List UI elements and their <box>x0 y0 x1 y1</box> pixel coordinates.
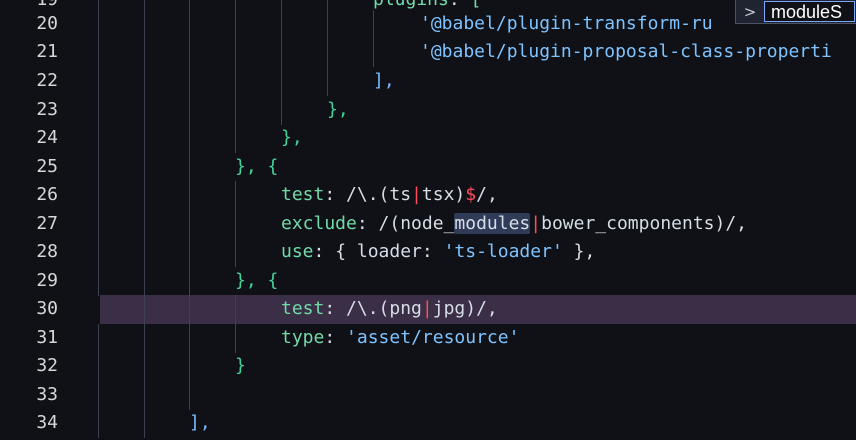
code-line[interactable]: 23 }, <box>0 96 856 125</box>
code-line[interactable]: 28 use: { loader: 'ts-loader' }, <box>0 238 856 267</box>
code-text: ], <box>373 70 395 91</box>
code-line[interactable]: 29 }, { <box>0 267 856 296</box>
code-line[interactable]: 24 }, <box>0 124 856 153</box>
line-number: 26 <box>36 184 58 205</box>
code-text: type: 'asset/resource' <box>281 327 520 348</box>
code-text: }, <box>281 127 303 148</box>
line-number: 29 <box>36 270 58 291</box>
code-text: test: /\.(ts|tsx)$/, <box>281 184 498 205</box>
code-text: '@babel/plugin-transform-ru <box>420 13 713 34</box>
line-number: 20 <box>36 13 58 34</box>
code-line[interactable]: 26 test: /\.(ts|tsx)$/, <box>0 181 856 210</box>
code-editor[interactable]: 19 plugins: [ 20 '@babel/plugin-transfor… <box>0 0 856 440</box>
find-widget[interactable]: > moduleS <box>735 0 856 24</box>
code-text: ], <box>189 412 211 433</box>
code-line-current[interactable]: 30 test: /\.(png|jpg)/, <box>36 295 856 324</box>
find-input[interactable]: moduleS <box>764 1 855 22</box>
line-number: 23 <box>36 99 58 120</box>
line-number: 21 <box>36 41 58 62</box>
code-line[interactable]: 20 '@babel/plugin-transform-ru <box>0 10 856 39</box>
code-line[interactable]: 32 } <box>0 352 856 381</box>
code-text: }, <box>327 99 349 120</box>
chevron-right-icon[interactable]: > <box>736 3 764 21</box>
code-text: } <box>235 355 246 376</box>
code-text: use: { loader: 'ts-loader' }, <box>281 241 596 262</box>
line-number: 32 <box>36 355 58 376</box>
code-text: }, { <box>235 270 279 291</box>
line-number: 27 <box>36 213 58 234</box>
code-text: exclude: /(node_modules|bower_components… <box>281 213 748 234</box>
code-line[interactable]: 34 ], <box>0 409 856 438</box>
line-number: 25 <box>36 156 58 177</box>
code-text: '@babel/plugin-proposal-class-properti <box>420 41 832 62</box>
line-number: 33 <box>36 384 58 405</box>
code-text: }, { <box>235 156 279 177</box>
code-line[interactable]: 25 }, { <box>0 153 856 182</box>
code-line[interactable]: 27 exclude: /(node_modules|bower_compone… <box>0 210 856 239</box>
code-line[interactable]: 31 type: 'asset/resource' <box>0 324 856 353</box>
line-number: 22 <box>36 70 58 91</box>
code-text: test: /\.(png|jpg)/, <box>281 298 498 319</box>
code-line[interactable]: 21 '@babel/plugin-proposal-class-propert… <box>0 38 856 67</box>
line-number: 34 <box>36 412 58 433</box>
line-number: 30 <box>36 298 58 319</box>
line-number: 31 <box>36 327 58 348</box>
code-line[interactable]: 33 <box>0 381 856 410</box>
line-number: 28 <box>36 241 58 262</box>
line-number: 24 <box>36 127 58 148</box>
code-line[interactable]: 22 ], <box>0 67 856 96</box>
